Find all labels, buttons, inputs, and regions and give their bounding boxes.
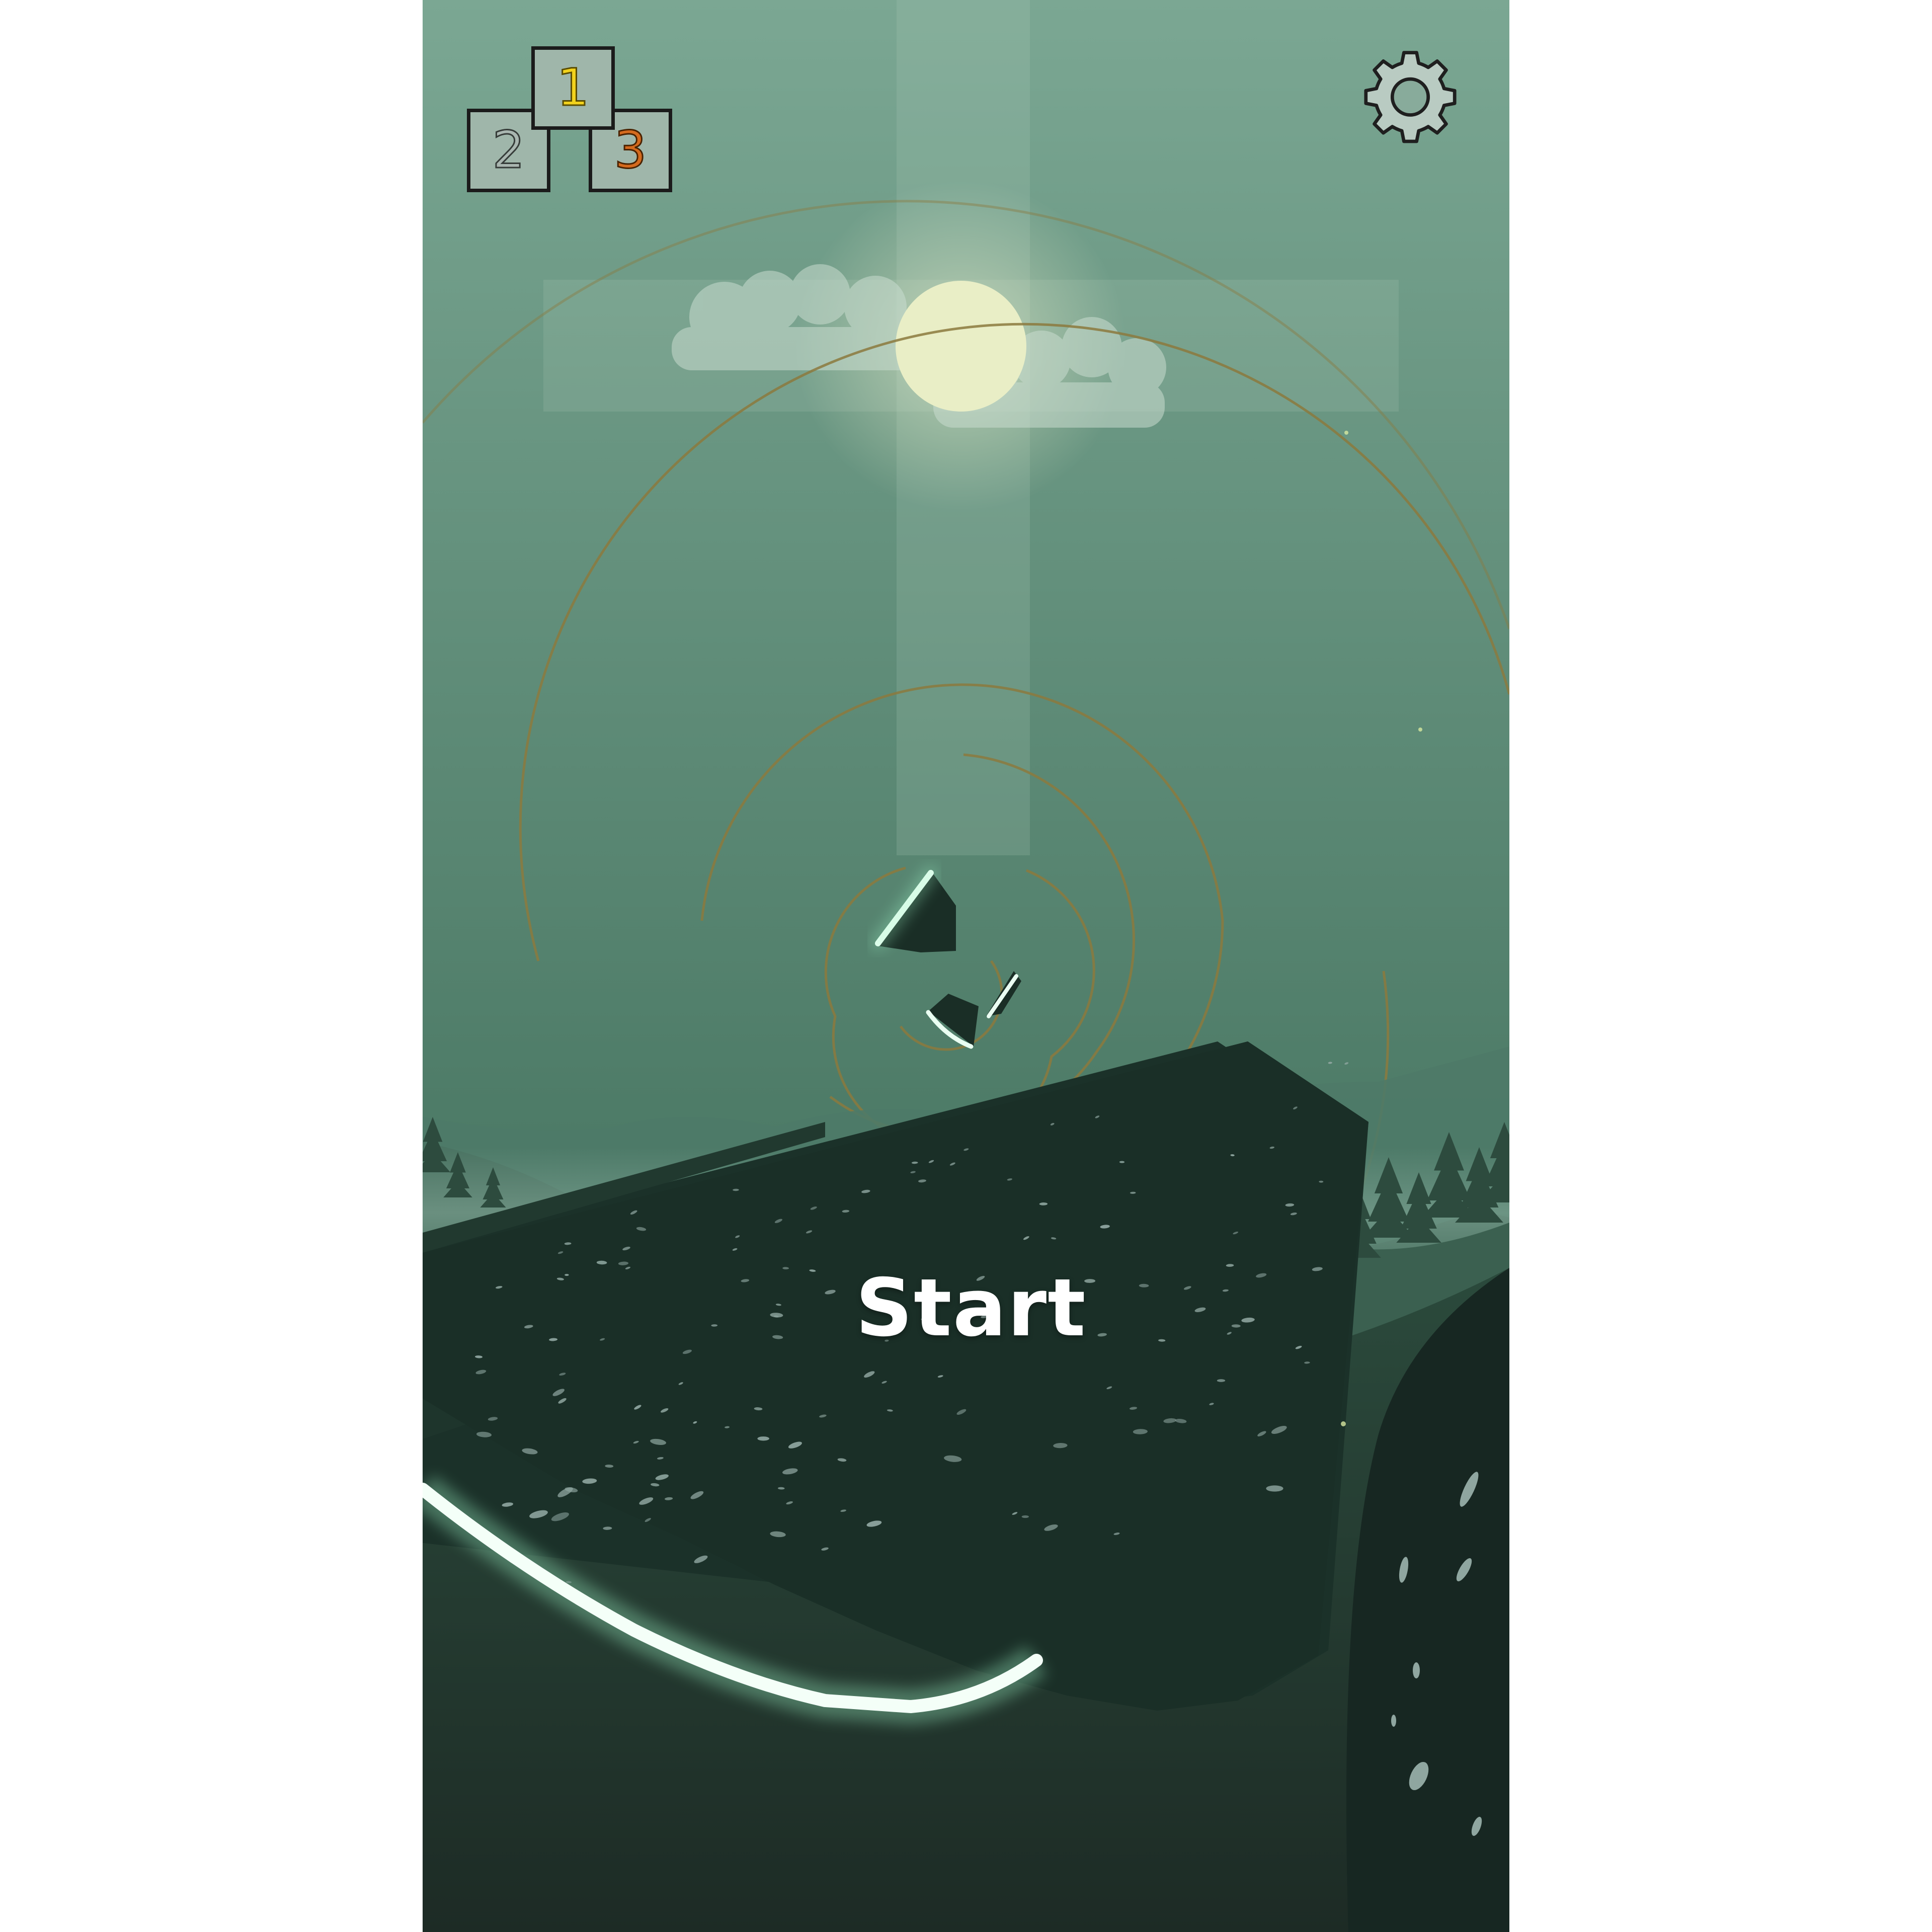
gear-icon (1364, 51, 1457, 143)
platform-speck (1266, 1485, 1283, 1492)
moon (896, 281, 1026, 412)
game-screen[interactable]: 2 3 1 Start (423, 0, 1509, 1932)
third-place-label: 3 (613, 120, 648, 180)
settings-button[interactable] (1357, 46, 1463, 152)
leaderboard-button[interactable]: 2 3 1 (467, 46, 678, 197)
platform-speck (1217, 1379, 1226, 1382)
podium-first-place: 1 (531, 46, 615, 130)
first-place-label: 1 (556, 58, 590, 118)
second-place-label: 2 (492, 120, 526, 180)
game-scene (423, 0, 1509, 1932)
platform-speck (757, 1436, 770, 1441)
platform-speck (565, 1274, 569, 1276)
platform-speck (1021, 1515, 1029, 1518)
start-button[interactable]: Start (820, 1258, 1122, 1358)
